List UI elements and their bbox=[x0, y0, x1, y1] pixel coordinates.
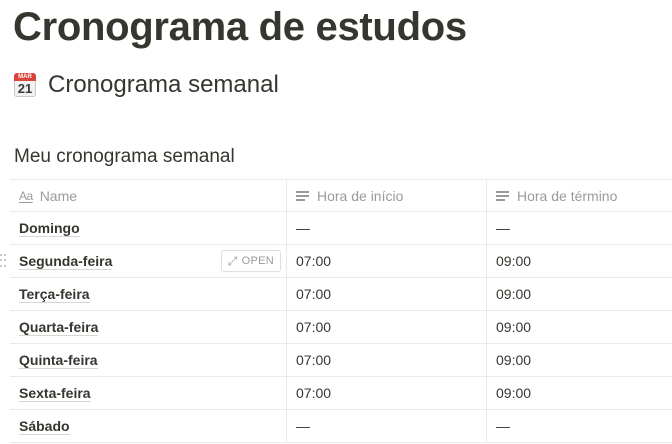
text-property-icon bbox=[496, 190, 509, 201]
row-end-cell[interactable]: 09:00 bbox=[487, 377, 672, 409]
table-row[interactable]: Terça-feira 07:00 09:00 bbox=[10, 278, 672, 311]
row-start-cell[interactable]: 07:00 bbox=[287, 278, 487, 310]
row-start-cell[interactable]: 07:00 bbox=[287, 377, 487, 409]
calendar-icon[interactable]: MAR 21 bbox=[14, 73, 36, 97]
row-name[interactable]: Sábado bbox=[19, 418, 70, 435]
row-start: 07:00 bbox=[296, 319, 332, 335]
row-name-cell[interactable]: Quarta-feira bbox=[10, 311, 287, 343]
row-name[interactable]: Quinta-feira bbox=[19, 352, 98, 369]
row-name[interactable]: Segunda-feira bbox=[19, 253, 113, 270]
row-end: — bbox=[496, 418, 510, 434]
database-table: Aa Name Hora de início Hora de término D… bbox=[0, 179, 672, 443]
expand-arrow-icon: ⤢ bbox=[227, 253, 238, 268]
row-name-cell[interactable]: Sábado bbox=[10, 410, 287, 442]
row-end-cell[interactable]: 09:00 bbox=[487, 278, 672, 310]
row-start-cell[interactable]: — bbox=[287, 410, 487, 442]
table-row[interactable]: Segunda-feira ⤢ OPEN 07:00 09:00 bbox=[0, 245, 672, 278]
row-name[interactable]: Quarta-feira bbox=[19, 319, 99, 336]
text-title-icon: Aa bbox=[19, 188, 33, 203]
database-title[interactable]: Meu cronograma semanal bbox=[14, 146, 235, 168]
row-name-cell[interactable]: Domingo bbox=[10, 212, 287, 244]
open-row-label: OPEN bbox=[241, 255, 274, 267]
row-start: 07:00 bbox=[296, 253, 332, 269]
table-row[interactable]: Domingo — — bbox=[10, 212, 672, 245]
table-row[interactable]: Sábado — — bbox=[10, 410, 672, 443]
row-end-cell[interactable]: — bbox=[487, 410, 672, 442]
row-start-cell[interactable]: 07:00 bbox=[287, 344, 487, 376]
row-end-cell[interactable]: — bbox=[487, 212, 672, 244]
row-name[interactable]: Sexta-feira bbox=[19, 385, 91, 402]
notion-page: Cronograma de estudos MAR 21 Cronograma … bbox=[0, 0, 672, 444]
column-header-start[interactable]: Hora de início bbox=[287, 180, 487, 211]
row-start: 07:00 bbox=[296, 352, 332, 368]
row-start-cell[interactable]: 07:00 bbox=[287, 245, 487, 277]
column-header-start-label: Hora de início bbox=[317, 187, 404, 204]
row-start-cell[interactable]: 07:00 bbox=[287, 311, 487, 343]
row-name-cell[interactable]: Segunda-feira ⤢ OPEN bbox=[10, 245, 287, 277]
drag-handle-icon[interactable] bbox=[0, 254, 6, 268]
row-name[interactable]: Domingo bbox=[19, 220, 80, 237]
row-end-cell[interactable]: 09:00 bbox=[487, 311, 672, 343]
row-name-cell[interactable]: Terça-feira bbox=[10, 278, 287, 310]
row-start: — bbox=[296, 220, 310, 236]
calendar-day: 21 bbox=[17, 81, 33, 96]
section-heading-text[interactable]: Cronograma semanal bbox=[48, 71, 279, 99]
column-header-name-label: Name bbox=[39, 187, 78, 204]
table-row[interactable]: Sexta-feira 07:00 09:00 bbox=[10, 377, 672, 410]
row-name-cell[interactable]: Quinta-feira bbox=[10, 344, 287, 376]
row-end: 09:00 bbox=[496, 253, 532, 269]
row-start: — bbox=[296, 418, 310, 434]
page-title[interactable]: Cronograma de estudos bbox=[13, 2, 467, 52]
row-end-cell[interactable]: 09:00 bbox=[487, 344, 672, 376]
row-end: 09:00 bbox=[496, 319, 532, 335]
open-row-button[interactable]: ⤢ OPEN bbox=[220, 250, 281, 272]
row-end: — bbox=[496, 220, 510, 236]
text-property-icon bbox=[296, 190, 309, 201]
row-name[interactable]: Terça-feira bbox=[19, 286, 90, 303]
row-start: 07:00 bbox=[296, 286, 332, 302]
row-start-cell[interactable]: — bbox=[287, 212, 487, 244]
table-header-row: Aa Name Hora de início Hora de término bbox=[10, 179, 672, 212]
column-header-end-label: Hora de término bbox=[517, 187, 618, 204]
column-header-name[interactable]: Aa Name bbox=[10, 180, 287, 211]
table-row[interactable]: Quinta-feira 07:00 09:00 bbox=[10, 344, 672, 377]
row-end: 09:00 bbox=[496, 385, 532, 401]
section-heading: MAR 21 Cronograma semanal bbox=[14, 70, 279, 100]
row-name-cell[interactable]: Sexta-feira bbox=[10, 377, 287, 409]
table-row[interactable]: Quarta-feira 07:00 09:00 bbox=[10, 311, 672, 344]
row-end-cell[interactable]: 09:00 bbox=[487, 245, 672, 277]
row-end: 09:00 bbox=[496, 286, 532, 302]
row-end: 09:00 bbox=[496, 352, 532, 368]
column-header-end[interactable]: Hora de término bbox=[487, 180, 672, 211]
calendar-month: MAR bbox=[14, 73, 36, 81]
row-start: 07:00 bbox=[296, 385, 332, 401]
